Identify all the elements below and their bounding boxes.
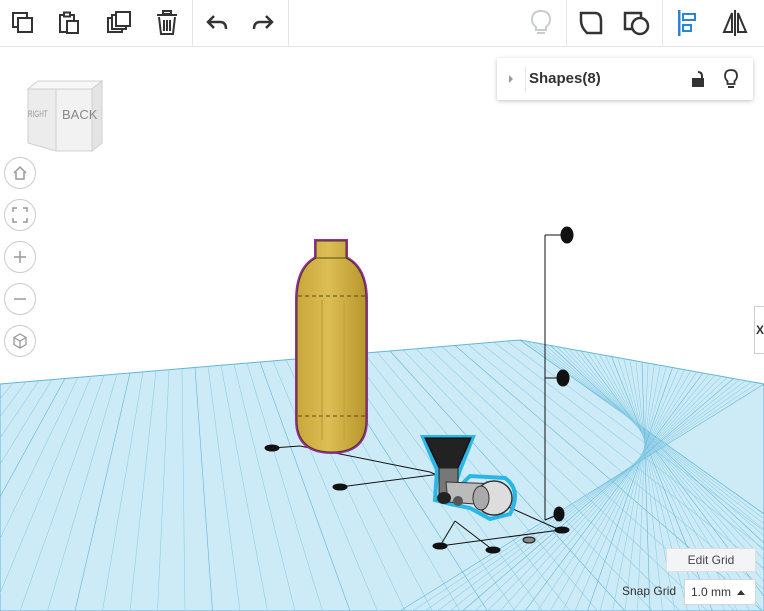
side-panel-tab[interactable]: X [754, 306, 764, 354]
redo-button[interactable] [244, 4, 282, 42]
caret-right-icon [509, 75, 513, 83]
lock-button[interactable] [687, 68, 709, 90]
snap-grid-select[interactable]: 1.0 mm [684, 579, 756, 605]
align-button[interactable] [668, 4, 706, 42]
paste-button[interactable] [50, 4, 88, 42]
toolbar-divider [566, 0, 567, 46]
lightbulb-icon [724, 69, 738, 88]
chevron-up-icon [737, 590, 746, 595]
lightbulb-icon [530, 9, 552, 34]
hide-button[interactable] [719, 66, 743, 92]
toolbar-divider [662, 0, 663, 46]
toolbar-divider [192, 0, 193, 46]
copy-button[interactable] [4, 4, 42, 42]
paste-icon [59, 11, 79, 34]
delete-icon [157, 10, 177, 35]
align-icon [678, 10, 696, 36]
undo-icon [206, 15, 228, 30]
toolbar-divider [288, 0, 289, 46]
unlock-icon [692, 71, 704, 87]
zoom-out-icon [14, 298, 26, 300]
duplicate-button[interactable] [100, 4, 138, 42]
zoom-in-button[interactable] [4, 241, 36, 273]
view-cube-front-label: BACK [62, 107, 98, 122]
workplane-grid [0, 339, 764, 611]
shapes-panel: Shapes(8) [497, 58, 753, 100]
mirror-button[interactable] [716, 4, 754, 42]
snap-grid-value: 1.0 mm [691, 585, 732, 599]
workplane-scene [0, 226, 764, 611]
shapes-panel-title: Shapes(8) [529, 70, 601, 87]
shapes-panel-expand-button[interactable] [497, 58, 525, 100]
zoom-out-button[interactable] [4, 283, 36, 315]
home-view-button[interactable] [4, 157, 36, 189]
group-button[interactable] [572, 4, 610, 42]
perspective-icon [13, 333, 27, 349]
undo-button[interactable] [198, 4, 236, 42]
delete-button[interactable] [148, 4, 186, 42]
copy-icon [12, 12, 33, 33]
duplicate-icon [107, 11, 131, 33]
ungroup-button[interactable] [618, 4, 656, 42]
show-all-button[interactable] [522, 4, 560, 42]
home-view-icon [13, 165, 27, 180]
redo-icon [252, 15, 274, 30]
zoom-in-icon [14, 251, 26, 263]
perspective-button[interactable] [4, 325, 36, 357]
main-toolbar [0, 0, 764, 47]
edit-grid-button[interactable]: Edit Grid [666, 548, 756, 572]
fit-view-button[interactable] [4, 199, 36, 231]
workplane-viewport[interactable]: RIGHT BACK [0, 47, 764, 611]
panel-divider [525, 66, 526, 92]
mirror-icon [722, 10, 748, 36]
snap-grid-label: Snap Grid [622, 584, 677, 598]
view-cube[interactable]: RIGHT BACK [24, 79, 104, 153]
gas-bottle-shape[interactable] [295, 239, 368, 455]
group-icon [579, 11, 603, 35]
fit-view-icon [12, 207, 28, 223]
view-cube-side-label: RIGHT [28, 109, 48, 119]
ungroup-icon [623, 11, 650, 36]
